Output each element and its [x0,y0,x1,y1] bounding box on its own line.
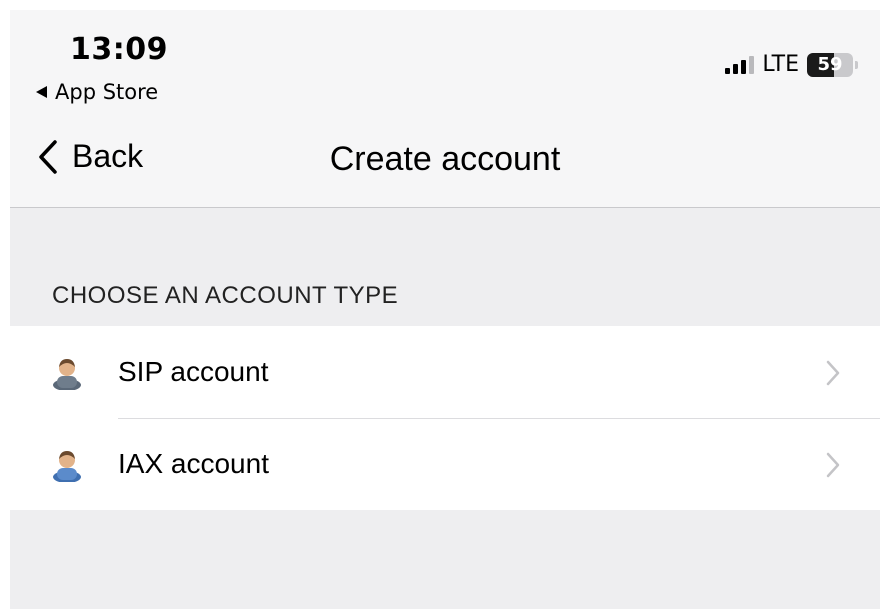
chevron-right-icon [826,452,840,478]
top-bar: 13:09 App Store LTE 59 Back Create accou… [10,10,880,208]
iax-account-row[interactable]: IAX account [10,418,880,510]
page-title: Create account [329,140,561,178]
status-time: 13:09 [70,32,168,67]
battery-percentage: 59 [817,54,843,75]
sip-account-row[interactable]: SIP account [10,326,880,418]
user-avatar-icon [53,451,81,482]
sip-account-label: SIP account [118,356,269,387]
chevron-right-icon [826,360,840,386]
network-type: LTE [762,52,799,77]
user-avatar-icon [53,359,81,390]
signal-strength-icon [725,55,755,74]
iax-account-label: IAX account [118,448,269,479]
back-app-label: App Store [55,80,159,104]
battery-cap [855,60,858,69]
battery-icon: 59 [807,52,853,77]
back-triangle-icon [36,86,47,98]
account-type-list: SIP account IAX account [10,326,880,510]
section-header: CHOOSE AN ACCOUNT TYPE [52,282,399,309]
status-indicators: LTE 59 [725,52,858,77]
app-screen: 13:09 App Store LTE 59 Back Create accou… [10,10,880,609]
back-to-app-link[interactable]: App Store [36,80,158,104]
